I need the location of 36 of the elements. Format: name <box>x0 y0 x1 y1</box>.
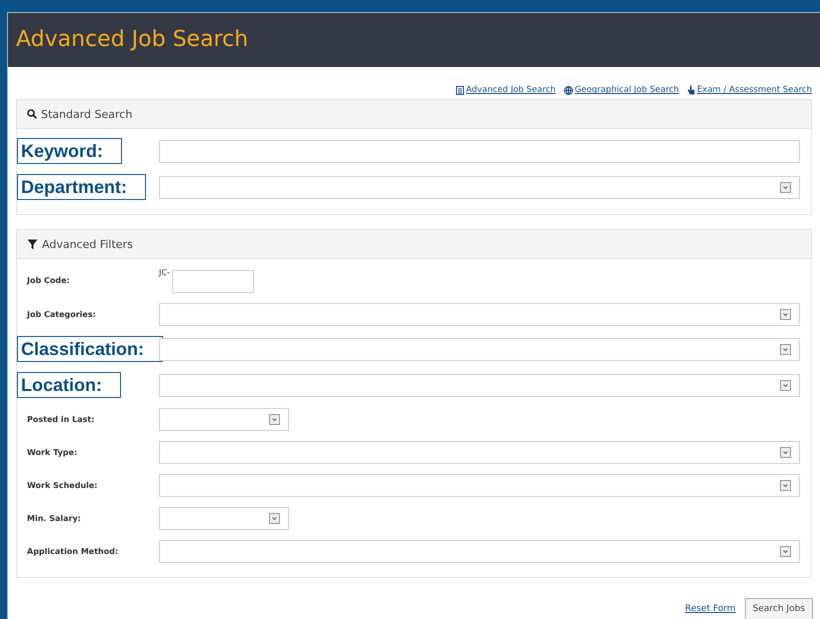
globe-icon <box>564 86 573 95</box>
dropdown-field[interactable] <box>159 408 289 431</box>
dropdown-field[interactable] <box>159 474 800 497</box>
dropdown-field[interactable] <box>159 441 800 464</box>
reset-link[interactable]: Reset Form <box>684 604 736 614</box>
funnel-icon <box>27 238 38 250</box>
dropdown-field[interactable] <box>159 540 800 563</box>
dropdown-field[interactable] <box>159 507 289 530</box>
keyword-field[interactable] <box>159 140 800 162</box>
field-label: Min. Salary: <box>27 514 81 523</box>
dropdown-field[interactable] <box>159 338 800 360</box>
dropdown-field[interactable] <box>159 374 800 396</box>
field-label: Job Code: <box>27 276 70 285</box>
field-label: Application Method: <box>27 547 118 556</box>
nav-link[interactable]: Exam / Assessment Search <box>686 82 812 99</box>
job-code-field[interactable] <box>172 270 254 293</box>
field-label: Location: <box>17 372 121 398</box>
field-label: Posted in Last: <box>27 415 94 424</box>
document-icon <box>456 86 464 95</box>
hand-pointer-icon <box>686 85 695 96</box>
page-title: Advanced Job Search <box>16 27 248 52</box>
panel-title: Standard Search <box>41 108 132 120</box>
dropdown-field[interactable] <box>159 303 800 326</box>
search-icon <box>27 109 37 119</box>
field-label: Classification: <box>17 336 164 362</box>
field-label: Job Categories: <box>27 310 96 319</box>
search-button[interactable]: Search Jobs <box>744 598 813 619</box>
field-label: Department: <box>17 174 146 200</box>
prefix-label: JC- <box>159 268 170 277</box>
field-label: Work Schedule: <box>27 481 98 490</box>
nav-link[interactable]: Geographical Job Search <box>564 82 679 99</box>
field-label: Work Type: <box>27 448 78 457</box>
dropdown-field[interactable] <box>159 176 800 198</box>
panel-title: Advanced Filters <box>42 238 133 250</box>
field-label: Keyword: <box>17 138 122 164</box>
nav-link[interactable]: Advanced Job Search <box>456 82 556 99</box>
